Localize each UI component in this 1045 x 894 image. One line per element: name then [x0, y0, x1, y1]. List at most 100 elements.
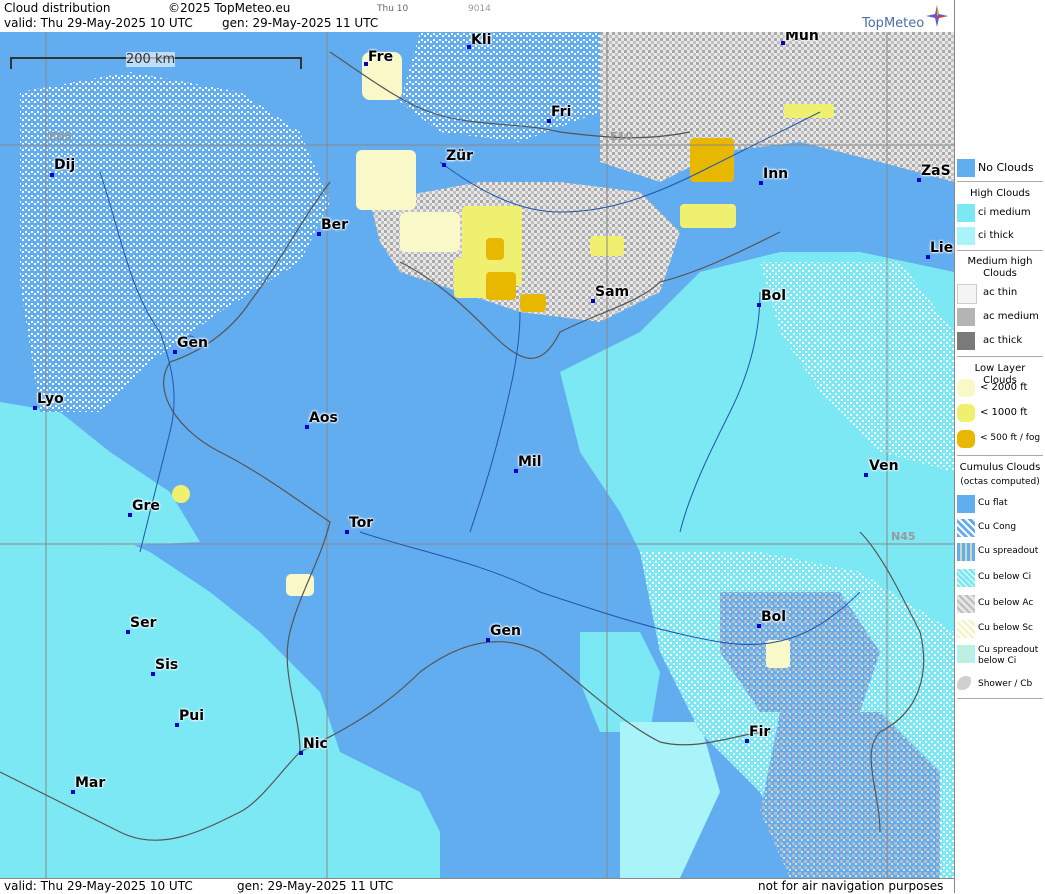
city-label[interactable]: Ven — [869, 458, 899, 474]
low-2000-ber — [400, 212, 460, 252]
legend-swatch-cu-cong — [957, 519, 975, 537]
grid-label-e10: E10 — [610, 130, 633, 143]
city-label[interactable]: Dij — [54, 157, 75, 173]
legend-cu-flat: Cu flat — [955, 494, 1045, 516]
ac-area-north — [600, 32, 954, 182]
low-1000-b — [454, 258, 490, 298]
legend-divider — [957, 181, 1043, 182]
city-label[interactable]: Pui — [179, 708, 204, 724]
legend-cu-spreadout: Cu spreadout — [955, 542, 1045, 564]
legend-ac-medium: ac medium — [955, 307, 1045, 329]
legend-ci-thick: ci thick — [955, 226, 1045, 248]
run-label: Thu 10 — [377, 4, 409, 14]
legend-cu-cong: Cu Cong — [955, 518, 1045, 540]
city-label[interactable]: Sis — [155, 657, 178, 673]
legend-label: Shower / Cb — [978, 679, 1033, 689]
city-label[interactable]: Kli — [471, 32, 491, 48]
legend-swatch-shower-cb — [957, 676, 975, 694]
legend-label: < 500 ft / fog — [980, 433, 1041, 443]
map-footer: valid: Thu 29-May-2025 10 UTC gen: 29-Ma… — [0, 878, 954, 894]
footer-generated-time: gen: 29-May-2025 11 UTC — [237, 879, 394, 893]
city-label[interactable]: Inn — [763, 166, 788, 182]
city-label[interactable]: Ber — [321, 217, 348, 233]
logo-text: TopMeteo — [862, 16, 925, 31]
city-label[interactable]: ZaS — [921, 163, 951, 179]
city-label[interactable]: Ser — [130, 615, 156, 631]
legend-heading-mid: Medium high Clouds — [967, 256, 1033, 279]
legend-cu-below-sc: Cu below Sc — [955, 619, 1045, 641]
legend-ci-medium: ci medium — [955, 203, 1045, 225]
legend-swatch-ci-thick — [957, 227, 975, 245]
city-label[interactable]: Fre — [368, 49, 393, 65]
city-label[interactable]: Fir — [749, 724, 770, 740]
cu-area-north — [400, 32, 600, 142]
grid-label-e05: E05 — [49, 130, 72, 143]
legend-label: < 2000 ft — [980, 382, 1028, 393]
city-label[interactable]: Tor — [349, 515, 373, 531]
legend-shower-cb: Shower / Cb — [955, 675, 1045, 697]
cloud-map[interactable]: 200 km E05 E10 N45 Fre Kli Mün Fri Dij Z… — [0, 32, 954, 878]
legend-label: ac thick — [983, 335, 1023, 346]
ci-area-southwest — [0, 522, 440, 878]
city-label[interactable]: Sam — [595, 284, 629, 300]
legend-label: ci medium — [978, 207, 1031, 218]
fog-c — [486, 238, 504, 260]
city-label[interactable]: Fri — [551, 104, 571, 120]
legend-divider — [957, 455, 1043, 456]
legend-swatch-ac-medium — [957, 308, 975, 326]
fog-d — [520, 294, 546, 312]
city-label[interactable]: Bol — [761, 288, 786, 304]
city-label[interactable]: Mil — [518, 454, 542, 470]
low-1000-gre — [172, 485, 190, 503]
legend-heading-high: High Clouds — [970, 188, 1030, 199]
legend-label: < 1000 ft — [980, 407, 1028, 418]
legend-heading-cumulus: Cumulus Clouds — [959, 462, 1041, 473]
legend-fog: < 500 ft / fog — [955, 429, 1045, 451]
low-2000-bol — [766, 640, 790, 668]
legend-swatch-cu-below-ci — [957, 569, 975, 587]
legend-label: ac thin — [983, 287, 1018, 298]
ci-area-west — [0, 402, 200, 552]
legend-label: Cu flat — [978, 498, 1008, 508]
city-label[interactable]: Bol — [761, 609, 786, 625]
product-title: Cloud distribution — [4, 1, 111, 15]
city-label[interactable]: Mün — [785, 32, 819, 44]
city-marker — [864, 473, 868, 477]
legend-label: Cu below Sc — [978, 623, 1033, 633]
legend-cu-spreadout-below-ci: Cu spreadout below Ci — [955, 644, 1045, 672]
city-label[interactable]: Lie — [930, 240, 953, 256]
city-label[interactable]: Gen — [177, 335, 208, 351]
low-2000-zur — [356, 150, 416, 210]
legend-label: Cu Cong — [978, 522, 1017, 532]
legend-divider — [957, 250, 1043, 251]
city-label[interactable]: Gen — [490, 623, 521, 639]
legend-divider — [957, 698, 1043, 699]
city-label[interactable]: Lyo — [37, 391, 64, 407]
legend-label: No Clouds — [978, 161, 1034, 174]
legend-swatch-low-1000 — [957, 404, 975, 422]
legend-swatch-no-clouds — [957, 159, 975, 177]
legend-swatch-cu-below-sc — [957, 620, 975, 638]
legend-swatch-ac-thick — [957, 332, 975, 350]
city-label[interactable]: Gre — [132, 498, 160, 514]
footer-valid-time: valid: Thu 29-May-2025 10 UTC — [4, 879, 193, 893]
topmeteo-logo[interactable]: TopMeteo — [860, 3, 950, 31]
generated-time: gen: 29-May-2025 11 UTC — [222, 16, 379, 30]
legend-swatch-ci-medium — [957, 204, 975, 222]
legend-swatch-cu-flat — [957, 495, 975, 513]
city-label[interactable]: Nic — [303, 736, 328, 752]
legend-low-2000: < 2000 ft — [955, 378, 1045, 400]
compass-star-icon — [926, 5, 948, 27]
legend-panel: No Clouds High Clouds ci medium ci thick… — [954, 0, 1045, 893]
valid-time: valid: Thu 29-May-2025 10 UTC — [4, 16, 193, 30]
city-label[interactable]: Mar — [75, 775, 105, 791]
legend-divider — [957, 356, 1043, 357]
city-label[interactable]: Zür — [446, 148, 473, 164]
legend-swatch-cu-spreadout-below-ci — [957, 645, 975, 663]
city-label[interactable]: Aos — [309, 410, 338, 426]
fog-b — [486, 272, 516, 300]
legend-swatch-fog — [957, 430, 975, 448]
ci-patch-south — [620, 722, 720, 878]
low-1000-d — [680, 204, 736, 228]
scale-label: 200 km — [126, 52, 176, 67]
